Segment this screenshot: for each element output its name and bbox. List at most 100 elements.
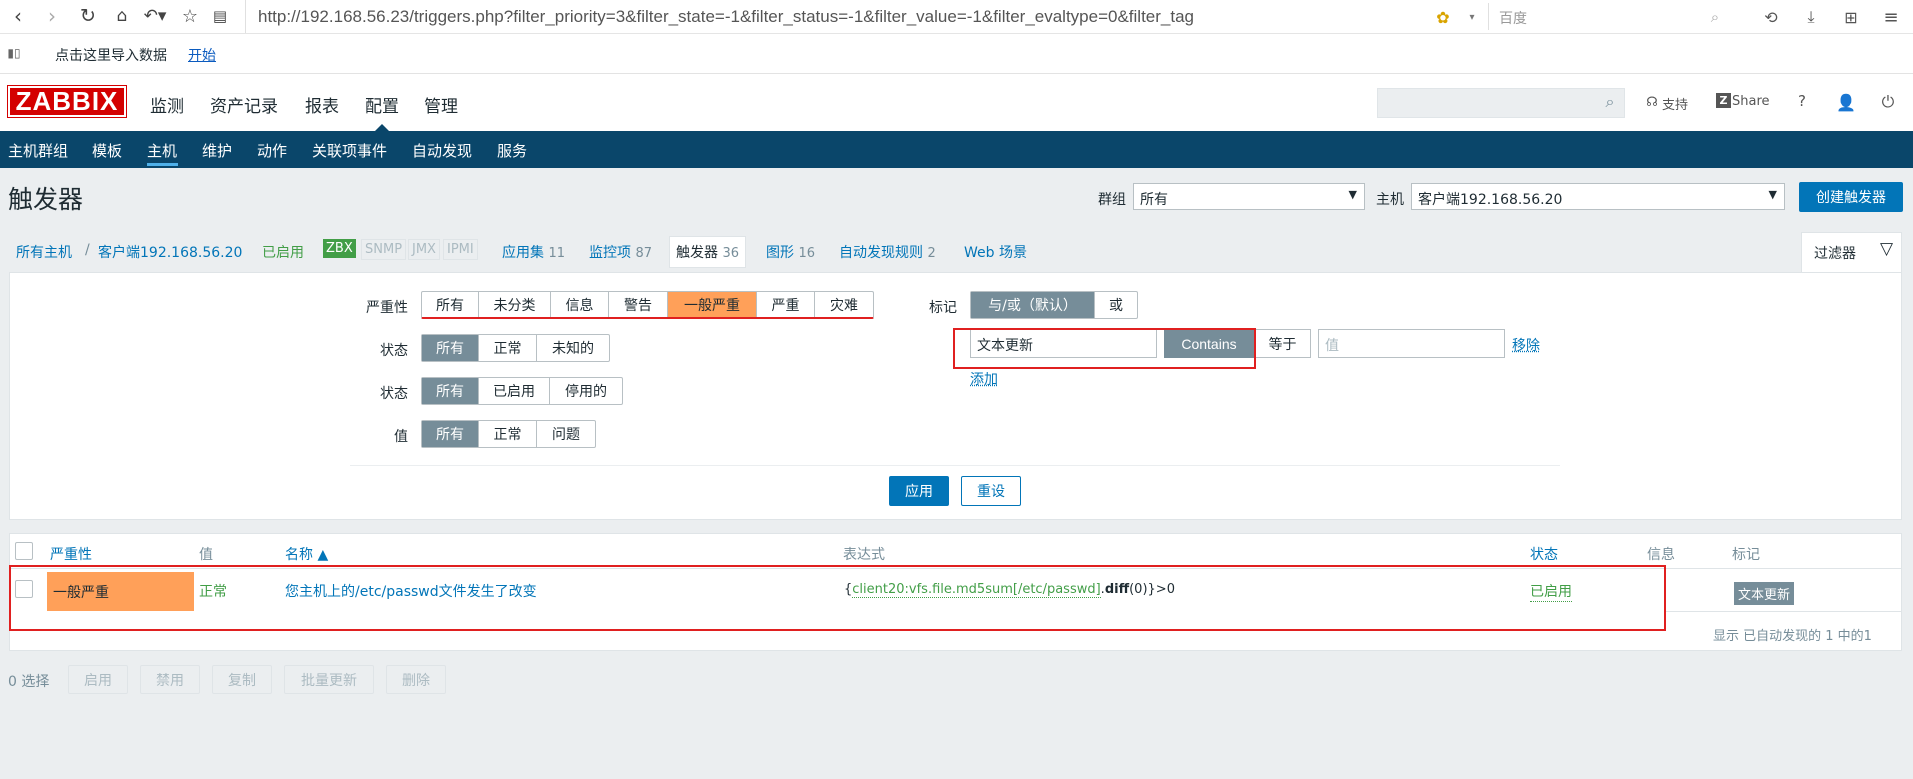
mass-disable-button[interactable]: 禁用 [140,665,200,694]
value-ok[interactable]: 正常 [479,421,537,447]
tags-and-or[interactable]: 与/或（默认） [971,292,1095,318]
col-severity[interactable]: 严重性 [50,544,92,564]
severity-disaster[interactable]: 灾难 [815,292,873,317]
col-value: 值 [199,547,213,563]
value-segmented: 所有 正常 问题 [421,420,596,448]
tag-value-input[interactable]: 值 [1318,329,1505,358]
severity-not-classified[interactable]: 未分类 [479,292,551,317]
submenu-maintenance[interactable]: 维护 [202,140,232,161]
severity-average[interactable]: 一般严重 [668,292,757,317]
filter-tab[interactable]: 过滤器 ▽ [1801,232,1902,273]
active-menu-caret [375,124,389,131]
menu-reports[interactable]: 报表 [305,92,339,117]
state-all[interactable]: 所有 [422,335,479,361]
severity-warning[interactable]: 警告 [609,292,668,317]
host-select[interactable]: 客户端192.168.56.20 ▼ [1411,183,1785,210]
submenu-services[interactable]: 服务 [497,140,527,161]
undo-icon[interactable]: ↶▾ [140,4,170,28]
status-disabled[interactable]: 停用的 [550,378,622,404]
menu-administration[interactable]: 管理 [424,92,458,117]
select-all-checkbox[interactable] [15,542,33,560]
create-trigger-button[interactable]: 创建触发器 [1799,182,1903,212]
dropdown-icon[interactable]: ▾ [1465,6,1479,28]
mass-enable-button[interactable]: 启用 [68,665,128,694]
bookmark-start-link[interactable]: 开始 [188,45,216,65]
tab-applications[interactable]: 应用集 11 [502,242,565,262]
value-all[interactable]: 所有 [422,421,479,447]
reload-icon[interactable]: ↻ [76,4,100,28]
user-profile-icon[interactable]: 👤 [1836,92,1856,112]
menu-inventory[interactable]: 资产记录 [210,92,278,117]
tag-remove-link[interactable]: 移除 [1512,335,1540,355]
state-unknown[interactable]: 未知的 [537,335,609,361]
share-logo-icon[interactable]: Z [1716,93,1731,108]
funnel-icon: ▽ [1880,239,1894,259]
tab-items[interactable]: 监控项 87 [589,242,652,262]
logout-power-icon[interactable]: ⏻ [1878,92,1898,112]
mass-copy-button[interactable]: 复制 [212,665,272,694]
col-info: 信息 [1647,547,1675,563]
zabbix-logo[interactable]: ZABBIX [7,85,127,118]
header-search-input[interactable] [1377,88,1625,118]
forward-icon[interactable]: › [40,4,64,28]
page-title: 触发器 [8,185,84,214]
severity-information[interactable]: 信息 [551,292,609,317]
submenu-discovery[interactable]: 自动发现 [412,140,472,161]
tag-operator-equals[interactable]: 等于 [1254,329,1311,358]
menu-monitoring[interactable]: 监测 [150,92,184,117]
tab-triggers[interactable]: 触发器 36 [669,236,746,268]
apps-grid-icon[interactable]: ⊞ [1840,6,1862,28]
extension-icon[interactable]: ✿ [1432,6,1454,28]
tag-add-link[interactable]: 添加 [970,369,998,389]
severity-high[interactable]: 严重 [757,292,815,317]
apply-button[interactable]: 应用 [889,476,949,506]
highlight-tag-box [953,328,1256,369]
browser-search-input[interactable]: 百度 [1488,3,1728,30]
value-label: 值 [394,429,408,445]
state-segmented: 所有 正常 未知的 [421,334,610,362]
back-icon[interactable]: ‹ [6,4,30,28]
address-bar[interactable]: http://192.168.56.23/triggers.php?filter… [245,0,1215,33]
submenu-hosts[interactable]: 主机 [147,140,177,161]
reset-button[interactable]: 重设 [961,476,1021,506]
breadcrumb-host[interactable]: 客户端192.168.56.20 [98,242,242,262]
status-all[interactable]: 所有 [422,378,479,404]
tab-web-scenarios[interactable]: Web 场景 [964,242,1027,262]
headset-icon[interactable]: ☊ [1644,92,1660,112]
mass-delete-button[interactable]: 删除 [386,665,446,694]
breadcrumb-all-hosts[interactable]: 所有主机 [16,242,72,262]
group-select[interactable]: 所有 ▼ [1133,183,1365,210]
submenu-host-groups[interactable]: 主机群组 [8,140,68,161]
tab-graphs[interactable]: 图形 16 [766,242,815,262]
snmp-badge: SNMP [361,239,407,260]
selected-count: 0 选择 [8,674,50,690]
reader-icon[interactable]: ▤ [208,4,232,28]
menu-icon[interactable]: ≡ [1880,6,1902,28]
row-divider [1666,611,1901,612]
severity-all[interactable]: 所有 [422,292,479,317]
help-icon[interactable]: ? [1798,92,1806,110]
submenu-templates[interactable]: 模板 [92,140,122,161]
support-link[interactable]: 支持 [1662,94,1688,113]
favorite-star-icon[interactable]: ☆ [178,4,202,28]
bookmark-toggle-icon[interactable]: ▮▯ [6,46,22,60]
col-status[interactable]: 状态 [1530,544,1558,564]
tab-discovery-rules[interactable]: 自动发现规则 2 [839,242,936,262]
history-icon[interactable]: ⟲ [1760,6,1782,28]
mass-update-button[interactable]: 批量更新 [284,665,374,694]
download-icon[interactable]: ⤓ [1800,6,1822,28]
submenu-event-correlation[interactable]: 关联项事件 [312,140,387,161]
status-enabled[interactable]: 已启用 [479,378,550,404]
tags-or[interactable]: 或 [1095,292,1137,318]
sub-menu: 主机群组 模板 主机 维护 动作 关联项事件 自动发现 服务 [0,131,1913,168]
col-name[interactable]: 名称 ▲ [285,544,328,564]
search-icon[interactable]: ⌕ [1704,6,1726,28]
value-problem[interactable]: 问题 [537,421,595,447]
home-icon[interactable]: ⌂ [110,4,134,28]
submenu-actions[interactable]: 动作 [257,140,287,161]
state-normal[interactable]: 正常 [479,335,537,361]
share-link[interactable]: Share [1732,94,1770,109]
search-icon[interactable]: ⌕ [1600,92,1620,112]
host-status-enabled[interactable]: 已启用 [262,242,304,262]
menu-configuration[interactable]: 配置 [365,92,399,117]
